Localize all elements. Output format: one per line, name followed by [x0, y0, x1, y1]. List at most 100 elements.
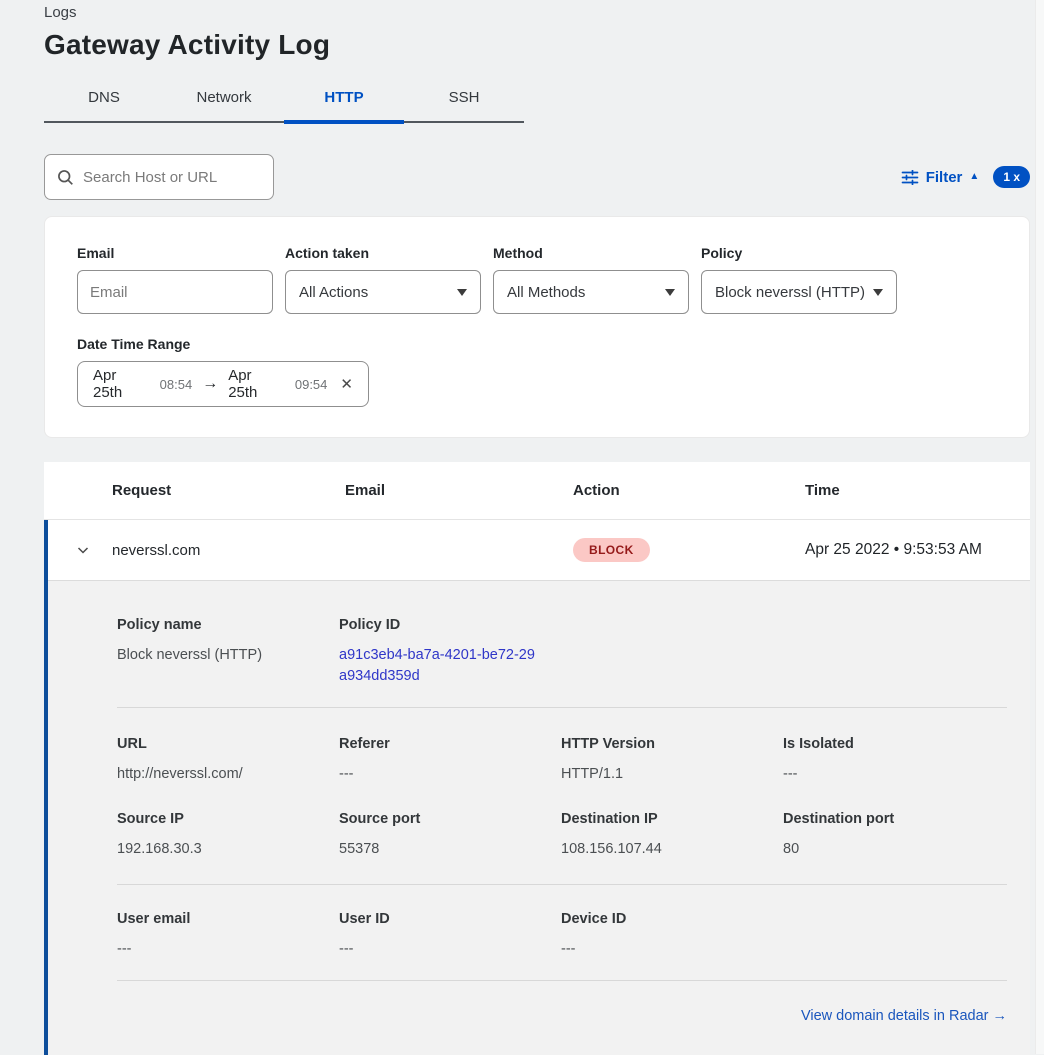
network-section: Source IP 192.168.30.3 Source port 55378… — [117, 785, 1007, 860]
detail-field-source-port: Source port 55378 — [339, 811, 561, 860]
action-taken-value: All Actions — [299, 284, 368, 301]
filter-field-email: Email — [77, 245, 273, 314]
chevron-down-icon — [457, 289, 467, 296]
filter-field-date-range: Date Time Range Apr 25th 08:54 → Apr 25t… — [77, 336, 997, 407]
detail-field-device-id: Device ID --- — [561, 911, 783, 960]
detail-label: User ID — [339, 911, 561, 927]
detail-field-destination-port: Destination port 80 — [783, 811, 1007, 860]
detail-label: Is Isolated — [783, 736, 1007, 752]
detail-field-policy-id: Policy ID a91c3eb4-ba7a-4201-be72-29a934… — [339, 617, 561, 687]
email-filter-input[interactable] — [77, 270, 273, 314]
method-label: Method — [493, 245, 689, 261]
detail-value: --- — [339, 939, 561, 960]
policy-section: Policy name Block neverssl (HTTP) Policy… — [117, 617, 1007, 687]
search-icon — [57, 169, 74, 186]
column-header-time: Time — [805, 482, 1030, 499]
search-input[interactable] — [83, 169, 282, 186]
method-value: All Methods — [507, 284, 585, 301]
end-time: 09:54 — [295, 377, 328, 392]
column-header-action: Action — [573, 482, 805, 499]
search-box[interactable] — [44, 154, 274, 200]
policy-select[interactable]: Block neverssl (HTTP) — [701, 270, 897, 314]
page-title: Gateway Activity Log — [44, 29, 1030, 61]
detail-label: Source IP — [117, 811, 339, 827]
filter-field-action-taken: Action taken All Actions — [285, 245, 481, 314]
row-time-cell: Apr 25 2022 • 9:53:53 AM — [805, 541, 1030, 559]
detail-value: --- — [783, 764, 1007, 785]
filter-fields-row: Email Action taken All Actions Method Al… — [77, 245, 997, 314]
filter-count-badge[interactable]: 1 x — [993, 166, 1030, 188]
filter-controls: Filter ▲ 1 x — [901, 166, 1030, 188]
column-header-request: Request — [112, 482, 345, 499]
tab-http[interactable]: HTTP — [284, 77, 404, 121]
row-expand-toggle[interactable] — [48, 542, 112, 558]
method-select[interactable]: All Methods — [493, 270, 689, 314]
detail-value: HTTP/1.1 — [561, 764, 783, 785]
detail-field-user-email: User email --- — [117, 911, 339, 960]
detail-value: 80 — [783, 839, 1007, 860]
policy-id-link[interactable]: a91c3eb4-ba7a-4201-be72-29a934dd359d — [339, 645, 539, 687]
detail-label: Destination port — [783, 811, 1007, 827]
detail-value: --- — [339, 764, 561, 785]
detail-value: 108.156.107.44 — [561, 839, 783, 860]
detail-field-source-ip: Source IP 192.168.30.3 — [117, 811, 339, 860]
filter-toggle-button[interactable]: Filter ▲ — [901, 169, 980, 186]
action-taken-select[interactable]: All Actions — [285, 270, 481, 314]
date-range-picker[interactable]: Apr 25th 08:54 → Apr 25th 09:54 ✕ — [77, 361, 369, 407]
table-row[interactable]: neverssl.com BLOCK Apr 25 2022 • 9:53:53… — [48, 520, 1030, 581]
page-content: Logs Gateway Activity Log DNS Network HT… — [0, 0, 1044, 1055]
request-section: URL http://neverssl.com/ Referer --- HTT… — [117, 708, 1007, 785]
detail-field-is-isolated: Is Isolated --- — [783, 736, 1007, 785]
radar-link-row: View domain details in Radar → — [117, 981, 1007, 1055]
row-request-cell: neverssl.com — [112, 542, 345, 559]
detail-label: HTTP Version — [561, 736, 783, 752]
chevron-down-icon — [873, 289, 883, 296]
chevron-down-icon — [75, 542, 91, 558]
search-filter-row: Filter ▲ 1 x — [44, 154, 1030, 200]
block-status-badge: BLOCK — [573, 538, 650, 562]
date-range-label: Date Time Range — [77, 336, 997, 352]
table-header-row: Request Email Action Time — [44, 462, 1030, 520]
column-header-email: Email — [345, 482, 573, 499]
filter-field-method: Method All Methods — [493, 245, 689, 314]
page-scrollbar[interactable] — [1035, 0, 1044, 1054]
detail-value: 55378 — [339, 839, 561, 860]
start-date: Apr 25th — [93, 367, 150, 401]
chevron-down-icon — [665, 289, 675, 296]
caret-up-icon: ▲ — [969, 172, 979, 182]
detail-label: Device ID — [561, 911, 783, 927]
arrow-right-icon: → — [202, 375, 218, 393]
detail-value: 192.168.30.3 — [117, 839, 339, 860]
tab-dns[interactable]: DNS — [44, 77, 164, 121]
detail-label: Policy ID — [339, 617, 561, 633]
user-section: User email --- User ID --- Device ID --- — [117, 885, 1007, 960]
end-date: Apr 25th — [228, 367, 285, 401]
detail-value: Block neverssl (HTTP) — [117, 645, 339, 666]
detail-label: Referer — [339, 736, 561, 752]
email-filter-label: Email — [77, 245, 273, 261]
breadcrumb: Logs — [44, 0, 1030, 21]
detail-value: http://neverssl.com/ — [117, 764, 339, 785]
filter-sliders-icon — [901, 170, 919, 185]
detail-field-destination-ip: Destination IP 108.156.107.44 — [561, 811, 783, 860]
expanded-row-wrapper: neverssl.com BLOCK Apr 25 2022 • 9:53:53… — [44, 520, 1030, 1055]
tab-network[interactable]: Network — [164, 77, 284, 121]
detail-field-referer: Referer --- — [339, 736, 561, 785]
row-details-panel: Policy name Block neverssl (HTTP) Policy… — [48, 581, 1030, 1055]
filter-label: Filter — [926, 169, 963, 186]
row-action-cell: BLOCK — [573, 538, 805, 562]
detail-value: --- — [561, 939, 783, 960]
start-time: 08:54 — [160, 377, 193, 392]
view-domain-details-link[interactable]: View domain details in Radar → — [801, 1008, 1007, 1024]
detail-label: Destination IP — [561, 811, 783, 827]
filter-panel: Email Action taken All Actions Method Al… — [44, 216, 1030, 438]
detail-field-url: URL http://neverssl.com/ — [117, 736, 339, 785]
detail-label: URL — [117, 736, 339, 752]
log-table: Request Email Action Time neverssl.com B… — [44, 462, 1030, 1055]
action-taken-label: Action taken — [285, 245, 481, 261]
detail-field-http-version: HTTP Version HTTP/1.1 — [561, 736, 783, 785]
detail-label: User email — [117, 911, 339, 927]
tab-bar: DNS Network HTTP SSH — [44, 77, 524, 123]
tab-ssh[interactable]: SSH — [404, 77, 524, 121]
clear-date-range-icon[interactable]: ✕ — [340, 375, 353, 393]
